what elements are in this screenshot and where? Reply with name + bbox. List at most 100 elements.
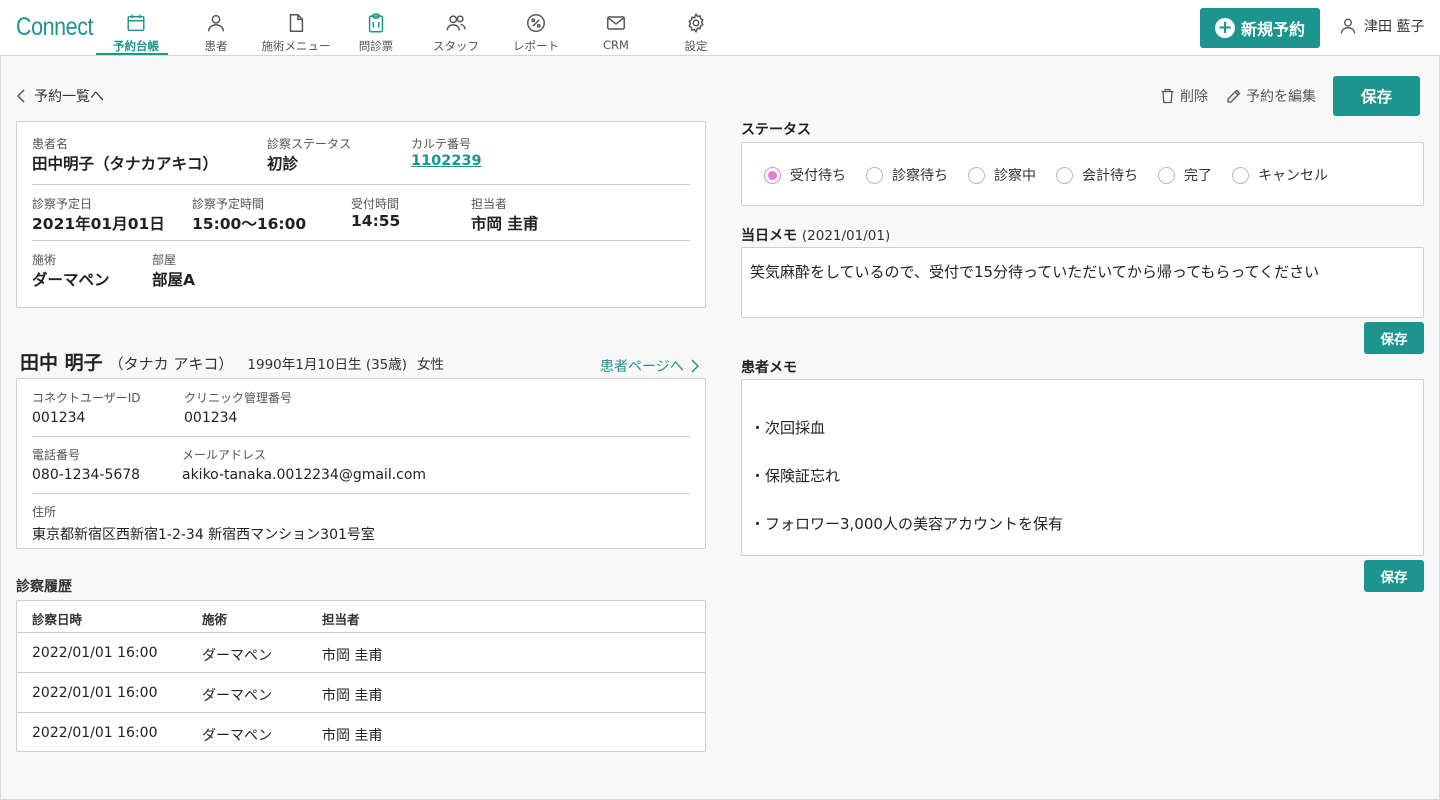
history-date: 2022/01/01 16:00	[32, 685, 158, 701]
day-memo-date: (2021/01/01)	[801, 228, 891, 244]
patient-birth: 1990年1月10日生 (35歳)	[247, 357, 408, 373]
patient-memo-title: 患者メモ	[741, 360, 797, 376]
status-radio-waiting-payment[interactable]: 会計待ち	[1056, 165, 1138, 185]
column-header: 施術	[202, 612, 228, 627]
treatment-value: ダーマペン	[32, 271, 110, 289]
time-value: 15:00〜16:00	[192, 215, 307, 233]
people-icon	[446, 15, 466, 31]
back-to-list-link[interactable]: 予約一覧へ	[16, 86, 104, 106]
table-row[interactable]: 2022/01/01 16:00 ダーマペン 市岡 圭甫	[17, 713, 705, 753]
reception-value: 14:55	[351, 212, 401, 230]
status-title: ステータス	[741, 122, 811, 138]
exam-status-label: 診察ステータス	[267, 137, 352, 151]
divider	[32, 240, 690, 241]
history-date: 2022/01/01 16:00	[32, 725, 158, 741]
patient-name-value: 田中明子（タナカアキコ）	[32, 155, 219, 173]
history-staff: 市岡 圭甫	[322, 728, 383, 744]
user-id-label: コネクトユーザーID	[32, 391, 141, 405]
table-row[interactable]: 2022/01/01 16:00 ダーマペン 市岡 圭甫	[17, 633, 705, 673]
phone-value: 080-1234-5678	[32, 467, 141, 483]
calendar-icon	[127, 14, 145, 32]
gear-icon	[688, 12, 704, 34]
delete-button[interactable]: 削除	[1160, 86, 1208, 106]
percent-icon	[527, 14, 545, 32]
nav-treatment-menu[interactable]: 施術メニュー	[256, 0, 336, 56]
mail-icon	[607, 16, 625, 30]
radio-label: 受付待ち	[790, 168, 846, 184]
time-label: 診察予定時間	[192, 197, 265, 211]
main-nav: 予約台帳 患者 施術メニュー 問診票 スタッフ レポート CRM 設定	[96, 0, 736, 56]
user-name: 津田 藍子	[1364, 19, 1425, 35]
patient-memo-save-button[interactable]: 保存	[1364, 560, 1424, 592]
chart-no-link[interactable]: 1102239	[411, 153, 482, 169]
patient-contact-card: コネクトユーザーID 001234 クリニック管理番号 001234 電話番号 …	[16, 378, 706, 549]
day-memo-title-text: 当日メモ	[741, 228, 797, 244]
history-staff: 市岡 圭甫	[322, 648, 383, 664]
patient-gender: 女性	[417, 357, 445, 373]
nav-report[interactable]: レポート	[496, 0, 576, 56]
nav-label: 施術メニュー	[261, 39, 331, 53]
edit-reservation-button[interactable]: 予約を編集	[1226, 86, 1316, 106]
patient-page-link-label: 患者ページへ	[600, 359, 684, 375]
status-radio-done[interactable]: 完了	[1158, 165, 1212, 185]
radio-circle	[764, 166, 781, 184]
new-reservation-button[interactable]: + 新規予約	[1200, 8, 1320, 48]
user-icon	[1340, 18, 1356, 34]
exam-status-value: 初診	[267, 155, 299, 173]
room-value: 部屋A	[152, 271, 195, 289]
table-row[interactable]: 2022/01/01 16:00 ダーマペン 市岡 圭甫	[17, 673, 705, 713]
radio-circle	[866, 166, 883, 184]
status-radio-waiting-reception[interactable]: 受付待ち	[764, 165, 846, 185]
nav-crm[interactable]: CRM	[576, 0, 656, 56]
patient-page-link[interactable]: 患者ページへ	[600, 356, 699, 376]
radio-circle	[1056, 166, 1073, 184]
divider	[32, 436, 690, 437]
nav-label: 設定	[684, 39, 708, 53]
radio-label: 診察中	[994, 168, 1036, 184]
divider	[32, 493, 690, 494]
patient-full-name: 田中 明子	[20, 352, 103, 374]
room-label: 部屋	[152, 253, 177, 267]
user-id-value: 001234	[32, 410, 86, 426]
history-treatment: ダーマペン	[202, 648, 272, 664]
history-date: 2022/01/01 16:00	[32, 645, 158, 661]
chevron-right-icon	[691, 359, 699, 373]
nav-label: CRM	[603, 38, 629, 52]
back-link-label: 予約一覧へ	[34, 89, 104, 105]
status-radio-in-exam[interactable]: 診察中	[968, 165, 1036, 185]
chart-no-label: カルテ番号	[411, 137, 472, 151]
history-staff: 市岡 圭甫	[322, 688, 383, 704]
nav-label: 問診票	[358, 39, 394, 53]
patient-memo-textarea[interactable]: ・次回採血 ・保険証忘れ ・フォロワー3,000人の美容アカウントを保有	[741, 379, 1424, 556]
day-memo-save-button[interactable]: 保存	[1364, 322, 1424, 354]
nav-staff[interactable]: スタッフ	[416, 0, 496, 56]
top-header: Connect 予約台帳 患者 施術メニュー 問診票 スタッフ レポート CRM	[0, 0, 1440, 56]
radio-circle	[1158, 166, 1175, 184]
radio-label: 会計待ち	[1082, 168, 1138, 184]
nav-questionnaire[interactable]: 問診票	[336, 0, 416, 56]
date-label: 診察予定日	[32, 197, 93, 211]
status-radio-group: 受付待ち 診察待ち 診察中 会計待ち 完了 キャンセル	[764, 165, 1348, 185]
logo: Connect	[16, 13, 94, 41]
reception-label: 受付時間	[351, 197, 400, 211]
status-radio-waiting-exam[interactable]: 診察待ち	[866, 165, 948, 185]
address-value: 東京都新宿区西新宿1-2-34 新宿西マンション301号室	[32, 527, 375, 543]
plus-icon: +	[1214, 18, 1235, 38]
patient-name-label: 患者名	[32, 137, 69, 151]
save-button[interactable]: 保存	[1333, 76, 1420, 116]
radio-circle	[968, 166, 985, 184]
email-value: akiko-tanaka.0012234@gmail.com	[182, 467, 427, 483]
nav-reservation-ledger[interactable]: 予約台帳	[96, 0, 176, 56]
nav-label: レポート	[513, 39, 559, 53]
date-value: 2021年01月01日	[32, 215, 165, 233]
new-reservation-label: 新規予約	[1240, 20, 1305, 39]
user-menu[interactable]: 津田 藍子	[1338, 16, 1424, 36]
nav-patients[interactable]: 患者	[176, 0, 256, 56]
pencil-icon	[1227, 89, 1241, 103]
history-header-row: 診察日時 施術 担当者	[17, 601, 705, 633]
status-radio-cancel[interactable]: キャンセル	[1232, 165, 1328, 185]
nav-label: スタッフ	[433, 39, 479, 53]
radio-circle	[1232, 166, 1249, 184]
day-memo-textarea[interactable]: 笑気麻酔をしているので、受付で15分待っていただいてから帰ってもらってください	[741, 247, 1424, 318]
nav-settings[interactable]: 設定	[656, 0, 736, 56]
